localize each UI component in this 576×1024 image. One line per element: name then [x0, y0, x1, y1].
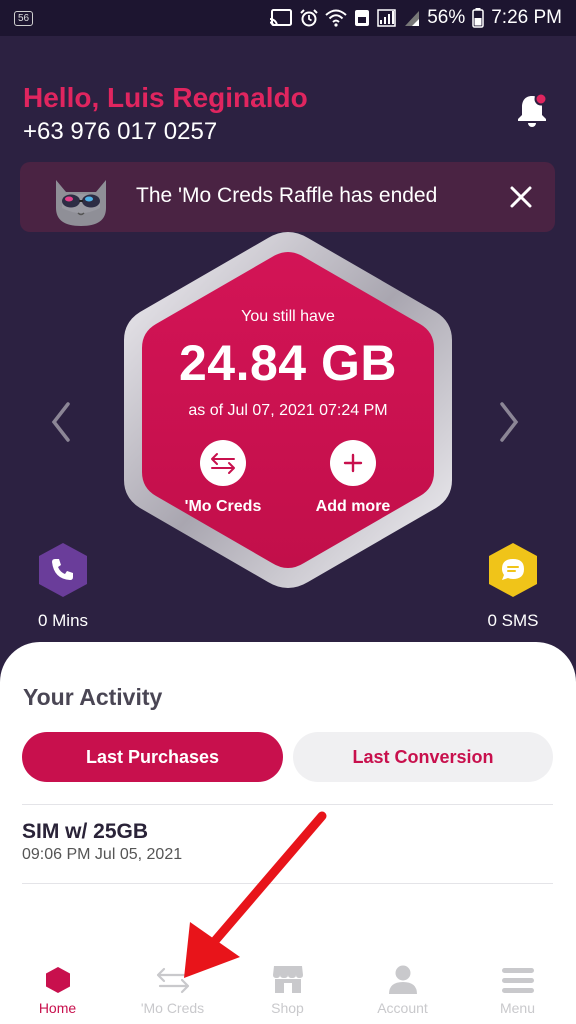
- raffle-banner[interactable]: The 'Mo Creds Raffle has ended: [20, 162, 555, 232]
- wifi-icon: [325, 9, 347, 27]
- greeting: Hello, Luis Reginaldo: [23, 82, 308, 113]
- bottom-navigation: Home 'Mo Creds Shop Account Menu: [0, 960, 576, 1024]
- add-more-button[interactable]: Add more: [298, 440, 408, 516]
- swap-arrows-icon: [211, 453, 235, 474]
- mo-creds-label: 'Mo Creds: [184, 498, 262, 515]
- nav-menu[interactable]: Menu: [460, 960, 575, 1016]
- nav-mo-creds[interactable]: 'Mo Creds: [115, 960, 230, 1016]
- sms-widget[interactable]: 0 SMS: [463, 542, 563, 631]
- nav-account-label: Account: [377, 1000, 428, 1016]
- chat-bubble-icon: [489, 543, 537, 597]
- person-icon: [388, 965, 417, 994]
- signal-weak-icon: [405, 11, 420, 26]
- nav-shop[interactable]: Shop: [230, 960, 345, 1016]
- nav-menu-label: Menu: [499, 1000, 536, 1016]
- purchase-item-date: 09:06 PM Jul 05, 2021: [22, 846, 183, 863]
- plus-icon: [343, 453, 363, 473]
- battery-icon: [472, 8, 484, 28]
- swap-arrows-icon: [156, 967, 189, 994]
- activity-title: Your Activity: [23, 684, 163, 710]
- minutes-widget[interactable]: 0 Mins: [13, 542, 113, 631]
- nav-account[interactable]: Account: [345, 960, 460, 1016]
- divider: [22, 804, 553, 805]
- chevron-right-icon[interactable]: [494, 400, 524, 444]
- cat-sunglasses-avatar: [56, 180, 106, 226]
- phone-number: +63 976 017 0257: [23, 118, 218, 145]
- alarm-icon: [300, 9, 318, 27]
- add-more-label: Add more: [315, 498, 391, 515]
- data-balance-card: You still have 24.84 GB as of Jul 07, 20…: [118, 230, 458, 590]
- balance-amount: 24.84 GB: [178, 335, 397, 391]
- sms-label: 0 SMS: [487, 611, 539, 630]
- shop-icon: [272, 966, 303, 993]
- close-icon[interactable]: [507, 183, 535, 211]
- menu-icon: [501, 968, 534, 993]
- battery-percent: 56%: [427, 7, 466, 28]
- nav-home[interactable]: Home: [0, 960, 115, 1016]
- hexagon-icon: [45, 967, 70, 993]
- balance-timestamp: as of Jul 07, 2021 07:24 PM: [188, 402, 388, 419]
- sim-badge: 56: [14, 10, 34, 26]
- purchase-item-title: SIM w/ 25GB: [22, 820, 149, 843]
- dashboard-header: Hello, Luis Reginaldo +63 976 017 0257 T…: [0, 36, 576, 656]
- minutes-label: 0 Mins: [37, 611, 89, 630]
- tab-last-purchases[interactable]: Last Purchases: [22, 732, 283, 782]
- mo-creds-button[interactable]: 'Mo Creds: [168, 440, 278, 516]
- nav-home-label: Home: [38, 1000, 77, 1016]
- status-bar: 56 56% 7:26 PM: [0, 0, 576, 36]
- phone-icon: [39, 543, 87, 597]
- notification-bell-icon[interactable]: [512, 90, 552, 130]
- save-icon: [355, 10, 370, 26]
- nav-mo-creds-label: 'Mo Creds: [140, 1000, 205, 1016]
- signal-icon: [377, 9, 396, 27]
- raffle-message: The 'Mo Creds Raffle has ended: [136, 184, 438, 207]
- clock: 7:26 PM: [491, 7, 562, 28]
- chevron-left-icon[interactable]: [46, 400, 76, 444]
- divider: [22, 883, 553, 884]
- tab-last-conversion[interactable]: Last Conversion: [293, 732, 553, 782]
- nav-shop-label: Shop: [271, 1000, 304, 1016]
- cast-icon: [270, 9, 293, 27]
- balance-prefix: You still have: [241, 308, 335, 325]
